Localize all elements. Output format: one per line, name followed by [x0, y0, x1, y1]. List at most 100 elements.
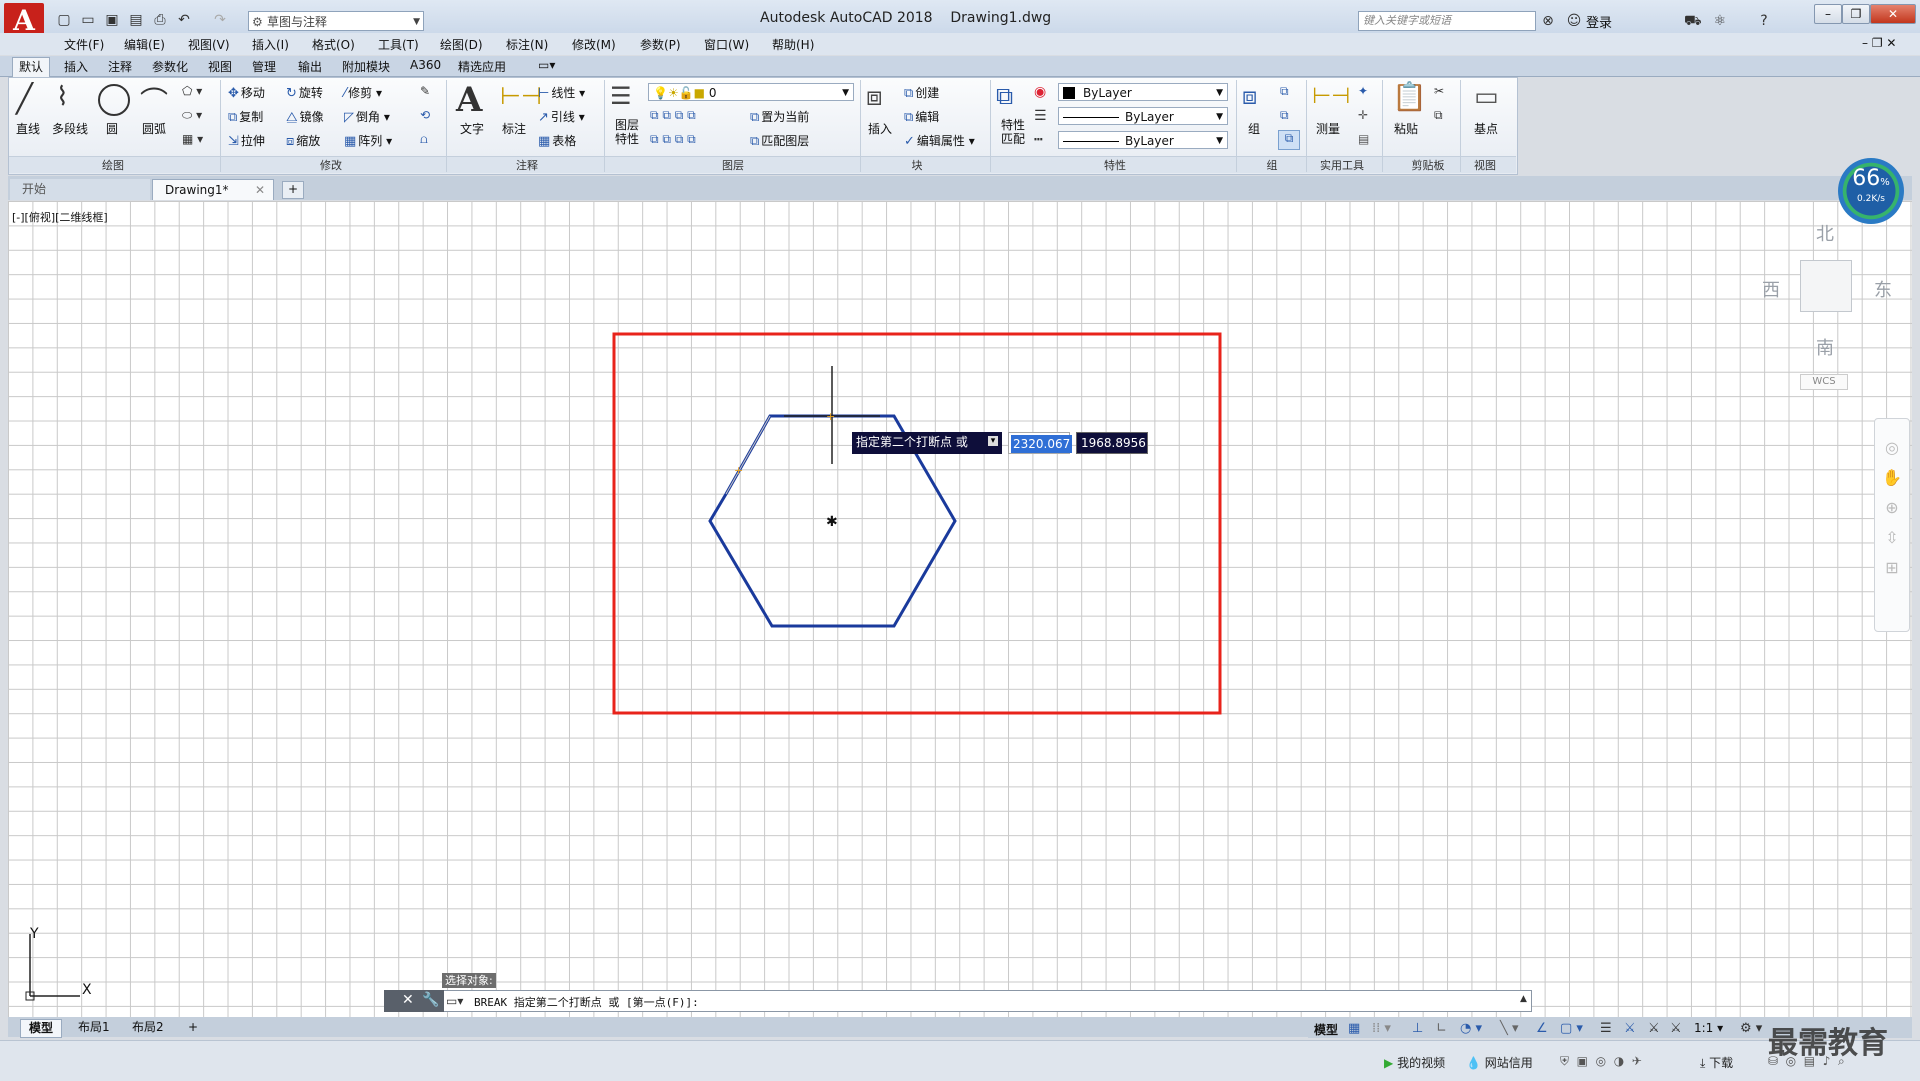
wcs-dropdown[interactable]: WCS	[1800, 374, 1848, 390]
tray-icons[interactable]: ⛨ ▣ ◎ ◑ ✈	[1560, 1054, 1642, 1069]
model-space-button[interactable]: 模型	[1314, 1021, 1338, 1038]
tab-model[interactable]: 模型	[20, 1019, 63, 1038]
tab-output[interactable]: 输出	[298, 58, 322, 75]
rotate-tool[interactable]: ↻ 旋转	[286, 84, 323, 101]
polyline-icon[interactable]: ⌇	[56, 82, 69, 112]
utilities-panel-title[interactable]: 实用工具	[1306, 157, 1378, 173]
insert-block-tool[interactable]: 插入	[868, 120, 892, 137]
menu-insert[interactable]: 插入(I)	[252, 36, 289, 53]
tab-view[interactable]: 视图	[208, 58, 232, 75]
nav-tools[interactable]: ◎ ✋ ⊕ ⇳ ⊞	[1875, 433, 1909, 583]
y-coordinate-input[interactable]: 1968.8956	[1076, 432, 1148, 454]
circle-icon[interactable]	[98, 84, 130, 116]
x-coordinate-input[interactable]: 2320.067	[1008, 432, 1073, 454]
offset-icon[interactable]: ⩍	[420, 132, 428, 147]
lineweight-toggle-icon[interactable]: ☰	[1600, 1021, 1612, 1036]
line-icon[interactable]: ╱	[16, 82, 33, 115]
tab-start[interactable]: 开始	[10, 179, 150, 200]
tab-insert[interactable]: 插入	[64, 58, 88, 75]
measure-icon[interactable]: ⊢⊣	[1312, 84, 1350, 109]
print-icon[interactable]: ⎙	[152, 12, 168, 28]
viewcube-east[interactable]: 东	[1874, 276, 1892, 302]
trim-tool[interactable]: ⁄ 修剪 ▾	[344, 84, 382, 101]
draw-panel-title[interactable]: 绘图	[88, 157, 138, 173]
line-tool[interactable]: 直线	[16, 120, 40, 137]
options-down-icon[interactable]: ▾	[988, 436, 998, 446]
cut-icon[interactable]: ✂	[1434, 84, 1444, 98]
quick-select-icon[interactable]: ✦	[1358, 84, 1368, 98]
calculator-icon[interactable]: ▤	[1358, 132, 1369, 146]
leader-tool[interactable]: ↗ 引线 ▾	[538, 108, 585, 125]
create-block-tool[interactable]: ⧉ 创建	[904, 84, 939, 101]
text-icon[interactable]: A	[456, 80, 482, 120]
linear-tool[interactable]: ⊢ 线性 ▾	[538, 84, 585, 101]
viewcube-south[interactable]: 南	[1816, 334, 1834, 360]
match-layer-tool[interactable]: ⧉ 匹配图层	[750, 132, 809, 149]
chamfer-tool[interactable]: ◸ 倒角 ▾	[344, 108, 390, 125]
doc-window-controls[interactable]: – ❐ ✕	[1862, 36, 1896, 50]
binoculars-icon[interactable]: ⊗	[1540, 13, 1556, 29]
command-recent-icon[interactable]: ▭▾	[446, 994, 463, 1008]
array-tool[interactable]: ▦ 阵列 ▾	[344, 132, 392, 149]
undo-icon[interactable]: ↶	[176, 12, 192, 28]
grid-icon[interactable]: ▦	[1348, 1021, 1360, 1036]
polyline-tool[interactable]: 多段线	[52, 120, 88, 137]
text-tool[interactable]: 文字	[460, 120, 484, 137]
tab-default[interactable]: 默认	[12, 57, 51, 77]
properties-panel-title[interactable]: 特性	[1090, 157, 1140, 173]
layer-properties-tool[interactable]: 图层特性	[612, 118, 642, 146]
close-command-icon[interactable]: ✕	[402, 992, 414, 1008]
match-properties-icon[interactable]: ⧉	[996, 82, 1013, 110]
edit-attributes-tool[interactable]: ✓ 编辑属性 ▾	[904, 132, 975, 149]
annotation-scale-dropdown[interactable]: 1:1 ▾	[1694, 1021, 1723, 1035]
wrench-icon[interactable]: 🔧	[422, 992, 439, 1008]
layer-properties-icon[interactable]: ☰	[610, 82, 632, 110]
ortho-icon[interactable]: ∟	[1436, 1021, 1447, 1036]
view-panel-title[interactable]: 视图	[1460, 157, 1510, 173]
viewcube-north[interactable]: 北	[1816, 220, 1834, 246]
navigation-bar[interactable]: ◎ ✋ ⊕ ⇳ ⊞	[1874, 418, 1910, 632]
login-button[interactable]: 登录	[1586, 12, 1612, 31]
ungroup-icon[interactable]: ⧉	[1280, 84, 1289, 99]
tab-a360[interactable]: A360	[410, 58, 441, 72]
point-icon[interactable]: ✛	[1358, 108, 1368, 122]
table-tool[interactable]: ▦ 表格	[538, 132, 576, 149]
dimension-tool[interactable]: 标注	[502, 120, 526, 137]
match-properties-tool[interactable]: 特性匹配	[998, 118, 1028, 146]
hatch-icon[interactable]: ▦ ▾	[182, 132, 203, 146]
workspace-switch-gear-icon[interactable]: ⚙ ▾	[1740, 1021, 1762, 1036]
save-icon[interactable]: ▣	[104, 12, 120, 28]
group-tool[interactable]: 组	[1248, 120, 1260, 137]
group-edit-icon[interactable]: ⧉	[1280, 108, 1289, 123]
tab-layout2[interactable]: 布局2	[124, 1019, 172, 1036]
minimize-button[interactable]: –	[1814, 4, 1842, 24]
menu-parametric[interactable]: 参数(P)	[640, 36, 681, 53]
menu-dimension[interactable]: 标注(N)	[506, 36, 548, 53]
viewcube-top-face[interactable]	[1800, 260, 1852, 312]
save-as-icon[interactable]: ▤	[128, 12, 144, 28]
network-credit-link[interactable]: 💧 网站信用	[1466, 1054, 1533, 1071]
measure-tool[interactable]: 测量	[1316, 120, 1340, 137]
explode-icon[interactable]: ⟲	[420, 108, 430, 122]
menu-view[interactable]: 视图(V)	[188, 36, 230, 53]
linetype-icon[interactable]: ┅	[1034, 132, 1042, 148]
linetype-dropdown[interactable]: ByLayer ▼	[1058, 131, 1228, 149]
copy-tool[interactable]: ⧉ 复制	[228, 108, 263, 125]
edit-block-tool[interactable]: ⧉ 编辑	[904, 108, 939, 125]
erase-icon[interactable]: ✎	[420, 84, 430, 98]
menu-modify[interactable]: 修改(M)	[572, 36, 616, 53]
command-history-toggle-icon[interactable]: ▲	[1520, 994, 1527, 1004]
isodraft-icon[interactable]: ╲ ▾	[1500, 1021, 1518, 1036]
stretch-tool[interactable]: ⇲ 拉伸	[228, 132, 265, 149]
color-wheel-icon[interactable]: ◉	[1034, 84, 1046, 100]
menu-window[interactable]: 窗口(W)	[704, 36, 749, 53]
paste-icon[interactable]: 📋	[1392, 80, 1427, 113]
open-file-icon[interactable]: ▭	[80, 12, 96, 28]
tab-featured-apps[interactable]: 精选应用	[458, 58, 506, 75]
annotation-visibility-icon[interactable]: ⚔	[1624, 1021, 1636, 1036]
tab-parametric[interactable]: 参数化	[152, 58, 188, 75]
menu-file[interactable]: 文件(F)	[64, 36, 104, 53]
ellipse-icon[interactable]: ⬭ ▾	[182, 108, 202, 123]
cart-icon[interactable]: ⛟	[1684, 13, 1702, 29]
redo-icon[interactable]: ↷	[212, 12, 228, 28]
